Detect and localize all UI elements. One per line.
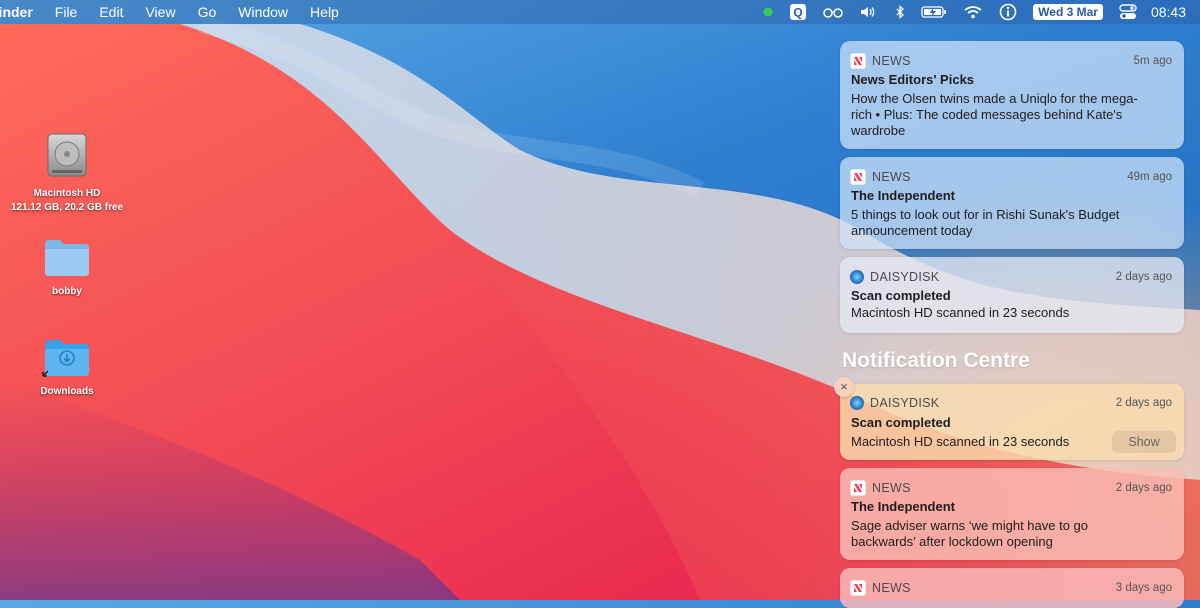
control-center-icon[interactable] xyxy=(1119,0,1137,24)
battery-charging-icon[interactable] xyxy=(921,0,947,24)
notification-time: 5m ago xyxy=(1133,55,1172,67)
notification-card[interactable]: DAISYDISK 2 days ago Scan completed Maci… xyxy=(840,257,1184,333)
downloads-folder-icon xyxy=(2,336,132,383)
desktop-icon-label: bobby xyxy=(52,286,82,297)
notification-app-name: NEWS xyxy=(872,170,911,184)
menu-help[interactable]: Help xyxy=(299,4,350,20)
menubar-date[interactable]: Wed 3 Mar xyxy=(1033,4,1103,20)
notification-card[interactable]: NEWS 3 days ago xyxy=(840,568,1184,608)
volume-icon[interactable] xyxy=(859,0,879,24)
notification-body: 5 things to look out for in Rishi Sunak'… xyxy=(851,207,1120,238)
notification-app-name: NEWS xyxy=(872,54,911,68)
notification-time: 2 days ago xyxy=(1115,397,1172,409)
notification-time: 2 days ago xyxy=(1115,482,1172,494)
menu-view[interactable]: View xyxy=(134,4,186,20)
wifi-icon[interactable] xyxy=(963,0,983,24)
svg-text:Q: Q xyxy=(793,6,802,20)
daisydisk-icon xyxy=(850,396,864,410)
info-circle-icon[interactable] xyxy=(999,0,1017,24)
notification-card[interactable]: NEWS 5m ago News Editors' Picks How the … xyxy=(840,41,1184,149)
menu-edit[interactable]: Edit xyxy=(88,4,134,20)
news-icon xyxy=(850,480,866,496)
menu-window[interactable]: Window xyxy=(227,4,299,20)
notification-app-name: DAISYDISK xyxy=(870,396,940,410)
notification-time: 49m ago xyxy=(1127,171,1172,183)
q-app-icon[interactable]: Q xyxy=(789,0,807,24)
hard-drive-icon xyxy=(2,132,132,185)
notification-title: The Independent xyxy=(851,188,955,203)
notification-body: Sage adviser warns ‘we might have to go … xyxy=(851,518,1089,549)
desktop-icon-bobby[interactable]: bobby xyxy=(2,236,132,299)
clear-notification-button[interactable]: × xyxy=(834,377,854,397)
notification-title: News Editors' Picks xyxy=(851,72,975,87)
notification-centre-title: Notification Centre xyxy=(842,349,1030,372)
notification-app-name: NEWS xyxy=(872,481,911,495)
notification-body: How the Olsen twins made a Uniqlo for th… xyxy=(851,91,1138,138)
menubar-clock[interactable]: 08:43 xyxy=(1151,4,1186,20)
notification-card[interactable]: NEWS 49m ago The Independent 5 things to… xyxy=(840,157,1184,249)
menu-file[interactable]: File xyxy=(44,4,89,20)
notification-app-name: DAISYDISK xyxy=(870,270,940,284)
notification-time: 3 days ago xyxy=(1115,582,1172,594)
desktop-icon-label: Downloads xyxy=(40,386,94,397)
daisydisk-icon xyxy=(850,270,864,284)
glasses-icon[interactable] xyxy=(823,0,843,24)
notification-title: Scan completed xyxy=(851,288,951,303)
notification-card[interactable]: NEWS 2 days ago The Independent Sage adv… xyxy=(840,468,1184,560)
folder-icon xyxy=(2,236,132,283)
green-dot-icon[interactable] xyxy=(763,0,773,24)
notification-body: Macintosh HD scanned in 23 seconds xyxy=(851,305,1070,320)
menu-app-finder[interactable]: Finder xyxy=(0,4,44,20)
news-icon xyxy=(850,53,866,69)
notification-app-name: NEWS xyxy=(872,581,911,595)
notification-title: The Independent xyxy=(851,499,955,514)
notification-card[interactable]: DAISYDISK 2 days ago Scan completed Maci… xyxy=(840,384,1184,460)
desktop-icon-label: Macintosh HD xyxy=(33,188,101,199)
desktop-icon-sublabel: 121.12 GB, 20.2 GB free xyxy=(10,202,124,213)
bluetooth-icon[interactable] xyxy=(895,0,905,24)
notification-body: Macintosh HD scanned in 23 seconds xyxy=(851,434,1070,449)
menu-bar: Finder File Edit View Go Window Help Q xyxy=(0,0,1200,24)
notification-title: Scan completed xyxy=(851,415,951,430)
news-icon xyxy=(850,169,866,185)
news-icon xyxy=(850,580,866,596)
desktop-icon-downloads[interactable]: Downloads xyxy=(2,336,132,399)
menu-go[interactable]: Go xyxy=(187,4,228,20)
notification-time: 2 days ago xyxy=(1115,271,1172,283)
desktop-icon-macintosh-hd[interactable]: Macintosh HD 121.12 GB, 20.2 GB free xyxy=(2,132,132,215)
show-button[interactable]: Show xyxy=(1112,431,1176,453)
